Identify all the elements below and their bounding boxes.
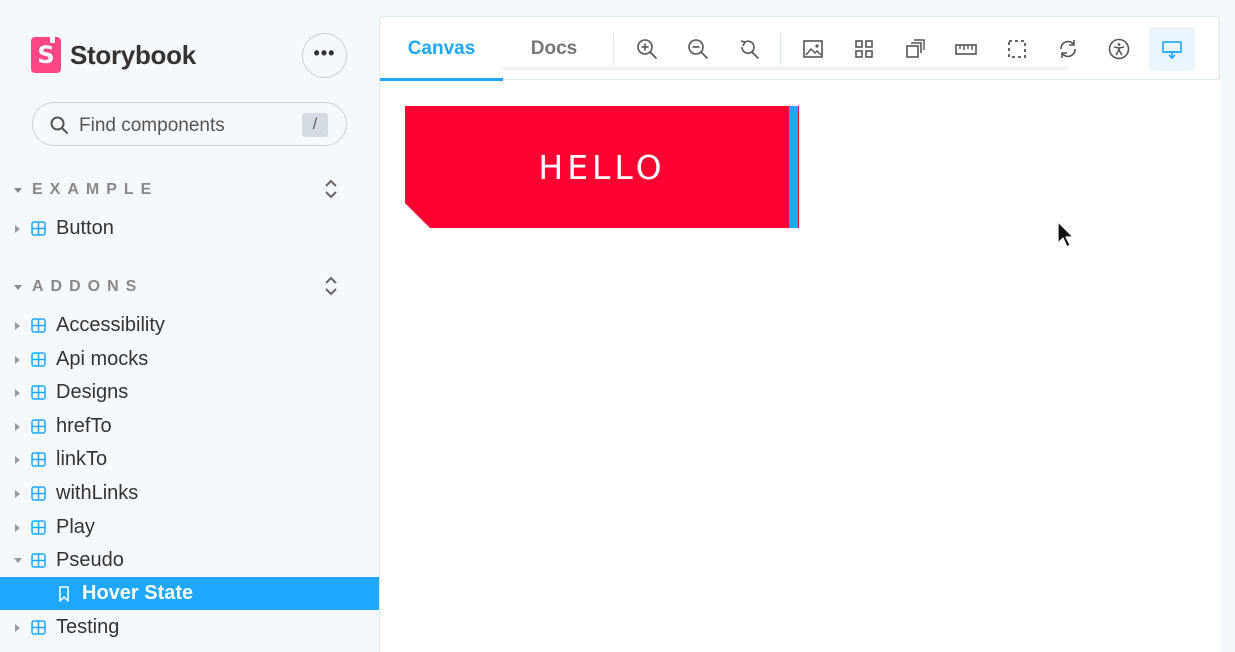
caret-right-icon	[15, 623, 20, 632]
remount-button[interactable]	[1045, 27, 1091, 71]
component-icon	[31, 520, 46, 535]
caret-right-icon	[15, 388, 20, 397]
caret-down-icon	[14, 284, 22, 290]
caret-down-icon	[14, 558, 22, 563]
tree-item-label: Play	[56, 516, 95, 538]
tree-item-withlinks[interactable]: withLinks	[0, 477, 379, 510]
component-icon	[31, 486, 46, 501]
tree-item-hover-state[interactable]: Hover State	[0, 577, 379, 610]
toolbar: Canvas Docs	[380, 17, 1220, 81]
toolbar-divider	[780, 33, 781, 65]
component-icon	[31, 221, 46, 236]
expand-collapse-icon[interactable]	[322, 275, 340, 297]
tree-item-label: Testing	[56, 616, 120, 638]
caret-right-icon	[15, 523, 20, 532]
grid-button[interactable]	[841, 27, 887, 71]
storybook-logo-icon: S	[31, 35, 61, 73]
expand-collapse-icon[interactable]	[322, 178, 340, 200]
section-label: ADDONS	[32, 278, 144, 295]
tree-item-designs[interactable]: Designs	[0, 376, 379, 409]
more-menu-button[interactable]: •••	[302, 33, 347, 78]
hello-button-edge	[789, 106, 798, 228]
component-icon	[31, 620, 46, 635]
outline-icon	[1008, 40, 1026, 58]
tree-item-testing[interactable]: Testing	[0, 611, 379, 644]
caret-right-icon	[15, 355, 20, 364]
zoom-out-button[interactable]	[675, 27, 721, 71]
component-icon	[31, 553, 46, 568]
tree-item-label: Designs	[56, 381, 129, 403]
viewport-icon	[906, 39, 925, 58]
addons-panel-button[interactable]	[1149, 27, 1195, 71]
sidebar: S Storybook ••• Find components / EXAMPL…	[0, 0, 379, 652]
story-canvas[interactable]: HELLO	[380, 81, 1220, 652]
search-input[interactable]: Find components /	[32, 102, 347, 146]
tree-item-linkto[interactable]: linkTo	[0, 443, 379, 476]
tree-item-api-mocks[interactable]: Api mocks	[0, 343, 379, 376]
search-placeholder: Find components	[79, 115, 225, 136]
zoom-out-icon	[688, 39, 708, 59]
tree-item-accessibility[interactable]: Accessibility	[0, 309, 379, 342]
search-shortcut-key: /	[302, 113, 328, 137]
storybook-logo[interactable]: S Storybook	[31, 35, 196, 74]
caret-right-icon	[15, 224, 20, 233]
measure-icon	[955, 44, 977, 55]
tab-docs[interactable]: Docs	[503, 17, 605, 80]
zoom-in-icon	[637, 39, 657, 59]
accessibility-icon	[1108, 38, 1130, 60]
component-icon	[31, 352, 46, 367]
tree-item-pseudo[interactable]: Pseudo	[0, 544, 379, 577]
tree-item-label: Accessibility	[56, 314, 165, 336]
toolbar-divider	[613, 33, 614, 65]
caret-down-icon	[14, 187, 22, 193]
measure-button[interactable]	[943, 27, 989, 71]
accessibility-button[interactable]	[1096, 27, 1142, 71]
tree-item-label: Pseudo	[56, 549, 124, 571]
grid-icon	[855, 40, 873, 58]
hello-button[interactable]: HELLO	[405, 106, 799, 228]
tree-item-play[interactable]: Play	[0, 511, 379, 544]
zoom-reset-icon	[740, 40, 759, 59]
mouse-cursor-icon	[1057, 221, 1074, 248]
tree-item-label: linkTo	[56, 448, 108, 470]
addons-panel-icon	[1162, 41, 1182, 60]
preview-panel: Canvas Docs HELLO	[379, 16, 1220, 652]
caret-right-icon	[15, 489, 20, 498]
section-header-addons[interactable]: ADDONS	[14, 275, 143, 299]
section-label: EXAMPLE	[32, 181, 159, 198]
caret-right-icon	[15, 455, 20, 464]
component-icon	[31, 419, 46, 434]
tree-item-label: withLinks	[56, 482, 139, 504]
viewport-button[interactable]	[892, 27, 938, 71]
tree-item-label: hrefTo	[56, 415, 112, 437]
tree-item-label: Api mocks	[56, 348, 149, 370]
bookmark-icon	[59, 585, 69, 602]
tree-item-label: Button	[56, 217, 114, 239]
outline-button[interactable]	[994, 27, 1040, 71]
background-button[interactable]	[790, 27, 836, 71]
zoom-reset-button[interactable]	[726, 27, 772, 71]
tab-canvas[interactable]: Canvas	[380, 17, 503, 81]
hello-button-label: HELLO	[538, 147, 666, 187]
caret-right-icon	[15, 422, 20, 431]
ellipsis-icon: •••	[313, 42, 336, 63]
component-icon	[31, 318, 46, 333]
component-icon	[31, 452, 46, 467]
remount-icon	[1060, 40, 1076, 58]
zoom-in-button[interactable]	[624, 27, 670, 71]
component-icon	[31, 385, 46, 400]
tree-item-label: Hover State	[82, 582, 194, 604]
search-icon	[50, 116, 68, 134]
tree-item-button[interactable]: Button	[0, 212, 379, 245]
background-icon	[803, 40, 823, 58]
section-header-example[interactable]: EXAMPLE	[14, 178, 158, 202]
brand-name: Storybook	[70, 39, 196, 70]
caret-right-icon	[15, 321, 20, 330]
tree-item-hrefto[interactable]: hrefTo	[0, 410, 379, 443]
